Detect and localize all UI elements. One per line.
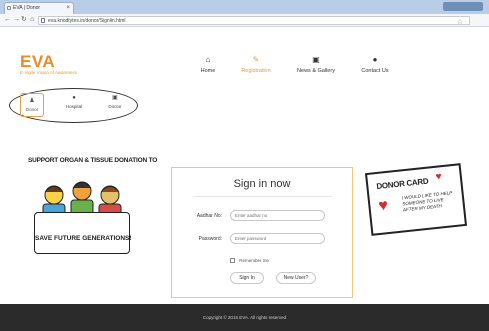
nav-news-gallery[interactable]: ▣ News & Gallery (293, 56, 339, 80)
address-bar[interactable]: eva.knodtytes.in/donor/Signlin.html ☆ (38, 16, 470, 28)
browser-tab[interactable]: EVA | Donor × (4, 2, 74, 14)
footer-copyright: Copyright © 2015 EVA. All rights reserve… (202, 315, 287, 320)
donor-card-text: I WOULD LIKE TO HELP SOMEONE TO LIVE AFT… (401, 190, 453, 213)
remember-label: Remember me (239, 258, 270, 263)
nav-registration[interactable]: ✎ Registration (238, 56, 274, 80)
photo-icon: ▣ (312, 55, 320, 64)
tab-title: EVA | Donor (13, 5, 41, 11)
heart-icon: ♥ (435, 171, 443, 183)
site-footer: Copyright © 2015 EVA. All rights reserve… (0, 304, 489, 331)
illustration-sign: SAVE FUTURE GENERATIONS! (34, 212, 132, 254)
doctor-icon: ▣ (112, 95, 118, 101)
home-browser-icon[interactable]: ⌂ (30, 15, 34, 25)
nav-home[interactable]: ⌂ Home (198, 56, 218, 80)
page-icon (7, 6, 11, 10)
organ-donation-illustration: SUPPORT ORGAN & TISSUE DONATION TO SAVE … (28, 157, 157, 265)
remember-me[interactable]: Remember me (230, 258, 269, 263)
site-logo[interactable]: EVA (20, 52, 55, 72)
signin-card: Sign in now Aadhar No: Password: Remembe… (171, 167, 353, 298)
close-icon[interactable]: × (66, 3, 70, 14)
heart-icon-large: ♥ (377, 197, 389, 215)
browser-toolbar: ← → ↻ ⌂ eva.knodtytes.in/donor/Signlin.h… (0, 14, 489, 27)
role-donor[interactable]: ♟ Donor (20, 93, 44, 117)
forward-icon[interactable]: → (13, 15, 20, 25)
home-icon: ⌂ (205, 55, 211, 64)
bookmark-star-icon[interactable]: ☆ (457, 18, 463, 28)
document-icon (41, 18, 45, 23)
aadhar-label: Aadhar No: (196, 213, 222, 219)
role-hospital-label: Hospital (65, 104, 83, 109)
password-label: Password: (198, 236, 222, 242)
nav-registration-label: Registration (241, 68, 271, 74)
pencil-icon: ✎ (252, 55, 260, 64)
title-divider (194, 196, 332, 197)
nav-contact-us[interactable]: ● Contact Us (357, 56, 393, 80)
window-controls[interactable] (443, 2, 483, 11)
signin-title: Sign in now (233, 178, 291, 190)
role-doctor[interactable]: ▣ Doctor (103, 95, 127, 109)
role-doctor-label: Doctor (108, 104, 122, 109)
new-user-button[interactable]: New User? (276, 272, 316, 284)
role-hospital[interactable]: ● Hospital (60, 95, 88, 109)
remember-checkbox[interactable] (230, 258, 235, 263)
reload-icon[interactable]: ↻ (21, 15, 27, 25)
browser-titlebar: EVA | Donor × (0, 0, 489, 14)
contact-icon: ● (372, 55, 378, 64)
password-input[interactable] (230, 233, 325, 244)
back-icon[interactable]: ← (4, 15, 11, 25)
site-tagline: E-Vigile Vision of Awareness (20, 70, 78, 75)
illustration-sign-text: SAVE FUTURE GENERATIONS! (35, 235, 132, 242)
signin-button[interactable]: Sign In (230, 272, 264, 284)
role-donor-label: Donor (25, 107, 39, 112)
nav-home-label: Home (200, 68, 216, 74)
hospital-icon: ● (72, 95, 76, 101)
donor-card-illustration: DONOR CARD ♥ ♥ I WOULD LIKE TO HELP SOME… (364, 163, 468, 236)
url-text: eva.knodtytes.in/donor/Signlin.html (48, 18, 126, 24)
donor-card-title: DONOR CARD (375, 176, 429, 192)
person-icon: ♟ (29, 98, 35, 104)
nav-contact-label: Contact Us (361, 68, 389, 74)
nav-news-label: News & Gallery (297, 68, 335, 74)
aadhar-input[interactable] (230, 210, 325, 221)
